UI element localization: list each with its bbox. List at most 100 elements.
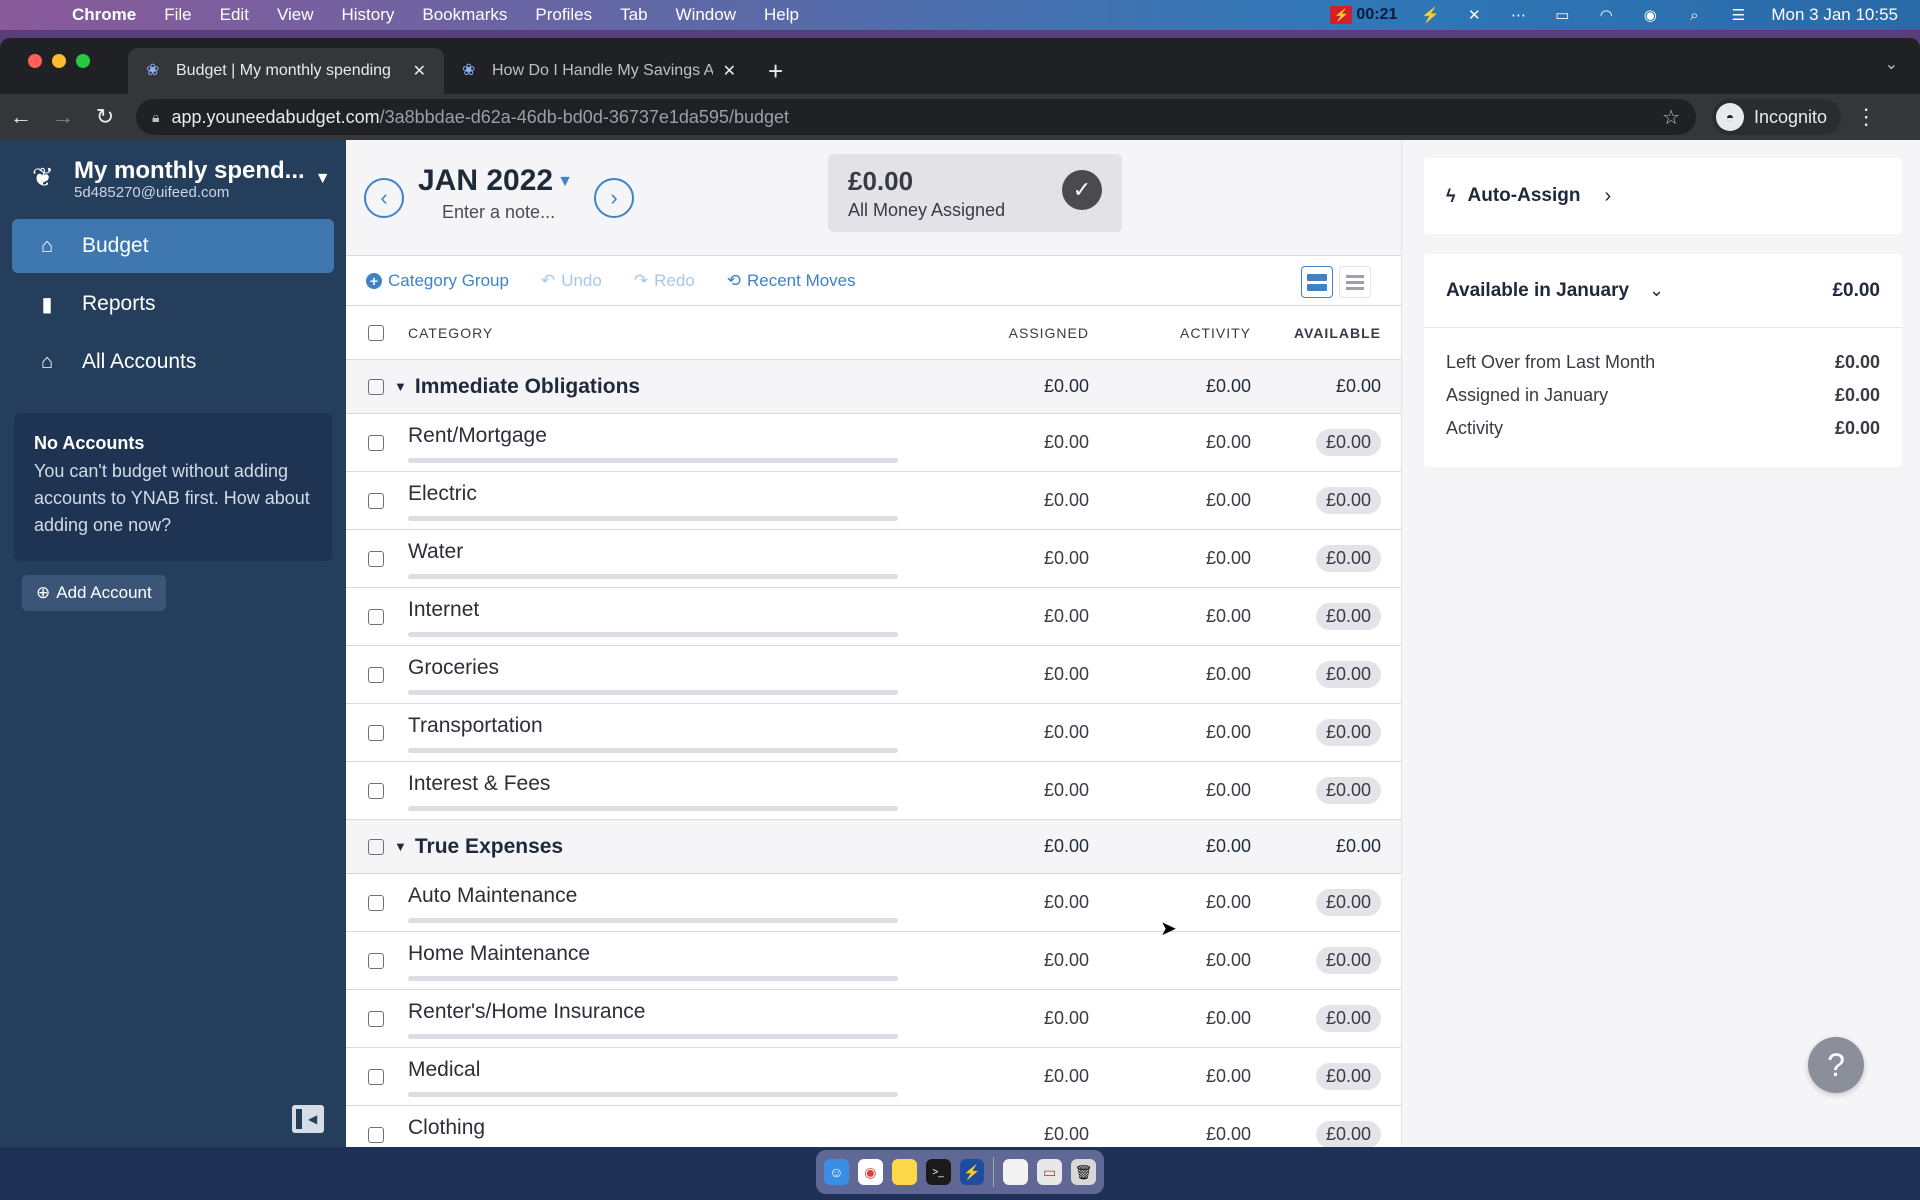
available-pill[interactable]: £0.00 [1315,661,1381,688]
category-row[interactable]: Rent/Mortgage £0.00 £0.00 £0.00 [346,414,1401,472]
group-name[interactable]: True Expenses [415,835,929,859]
category-checkbox[interactable] [368,492,384,509]
tab-savings-article[interactable]: ❀ How Do I Handle My Savings A ✕ [444,48,754,94]
new-tab-button[interactable]: + [768,48,783,94]
category-checkbox[interactable] [368,782,384,799]
assigned-input[interactable]: £0.00 [929,490,1089,511]
undo-button[interactable]: ↶ Undo [541,271,602,291]
collapse-triangle-icon[interactable]: ▼ [394,839,407,854]
activity-value[interactable]: £0.00 [1089,606,1251,627]
assigned-input[interactable]: £0.00 [929,664,1089,685]
assigned-input[interactable]: £0.00 [929,722,1089,743]
column-activity[interactable]: ACTIVITY [1089,325,1251,341]
category-name[interactable]: Clothing [408,1116,485,1140]
month-selector[interactable]: JAN 2022 ▼ [418,164,573,198]
category-name[interactable]: Rent/Mortgage [408,424,547,448]
activity-value[interactable]: £0.00 [1089,1066,1251,1087]
notes-icon[interactable] [891,1159,917,1185]
activity-value[interactable]: £0.00 [1089,664,1251,685]
available-pill[interactable]: £0.00 [1315,545,1381,572]
category-name[interactable]: Auto Maintenance [408,884,577,908]
month-note-input[interactable]: Enter a note... [442,202,555,223]
available-pill[interactable]: £0.00 [1315,1121,1381,1147]
screen-recorder-status[interactable]: ⚡ 00:21 [1330,6,1397,24]
menu-window[interactable]: Window [676,5,736,25]
category-checkbox[interactable] [368,1068,384,1085]
activity-value[interactable]: £0.00 [1089,1124,1251,1145]
category-checkbox[interactable] [368,894,384,911]
forward-button[interactable]: → [42,104,84,130]
category-checkbox[interactable] [368,724,384,741]
collapse-sidebar-button[interactable]: ◀ [292,1105,324,1133]
sidebar-item-all-accounts[interactable]: ⌂ All Accounts [12,335,334,389]
menu-bookmarks[interactable]: Bookmarks [422,5,507,25]
category-name[interactable]: Groceries [408,656,499,680]
category-name[interactable]: Transportation [408,714,543,738]
incognito-profile-button[interactable]: ◓ Incognito [1712,99,1842,135]
category-name[interactable]: Renter's/Home Insurance [408,1000,645,1024]
menu-view[interactable]: View [277,5,314,25]
category-row[interactable]: Electric £0.00 £0.00 £0.00 [346,472,1401,530]
category-checkbox[interactable] [368,666,384,683]
display-icon[interactable]: ⋯ [1507,5,1529,25]
category-row[interactable]: Interest & Fees £0.00 £0.00 £0.00 [346,762,1401,820]
reload-button[interactable]: ↻ [84,104,126,130]
control-center-icon[interactable]: ☰ [1727,5,1749,25]
redo-button[interactable]: ↷ Redo [634,271,695,291]
chrome-icon[interactable]: ◉ [857,1159,883,1185]
category-row[interactable]: Home Maintenance £0.00 £0.00 £0.00 [346,932,1401,990]
minimize-window-button[interactable] [52,54,66,68]
category-name[interactable]: Interest & Fees [408,772,550,796]
available-pill[interactable]: £0.00 [1315,603,1381,630]
add-category-group-button[interactable]: + Category Group [366,271,509,291]
menu-edit[interactable]: Edit [220,5,249,25]
expanded-view-button[interactable] [1301,266,1333,298]
caret-down-icon[interactable]: ▼ [315,170,331,188]
assigned-input[interactable]: £0.00 [929,1124,1089,1145]
assigned-input[interactable]: £0.00 [929,1066,1089,1087]
column-assigned[interactable]: ASSIGNED [929,325,1089,341]
menu-file[interactable]: File [164,5,191,25]
add-account-button[interactable]: ⊕ Add Account [22,575,166,611]
assigned-input[interactable]: £0.00 [929,950,1089,971]
available-pill[interactable]: £0.00 [1315,429,1381,456]
assigned-input[interactable]: £0.00 [929,432,1089,453]
budget-switcher[interactable]: ❦ My monthly spend... 5d485270@uifeed.co… [0,140,346,202]
window-preview-icon[interactable]: ▭ [1037,1159,1063,1185]
menu-app-name[interactable]: Chrome [72,5,136,25]
activity-value[interactable]: £0.00 [1089,432,1251,453]
select-all-checkbox[interactable] [368,324,384,341]
available-pill[interactable]: £0.00 [1315,1005,1381,1032]
clock[interactable]: Mon 3 Jan 10:55 [1771,5,1898,25]
column-available[interactable]: AVAILABLE [1251,325,1401,341]
category-name[interactable]: Home Maintenance [408,942,590,966]
document-icon[interactable] [1003,1159,1029,1185]
sidebar-item-reports[interactable]: ▮ Reports [12,277,334,331]
menu-help[interactable]: Help [764,5,799,25]
column-category[interactable]: CATEGORY [408,325,929,341]
group-name[interactable]: Immediate Obligations [415,375,929,399]
spotlight-search-icon[interactable]: ⌕ [1683,5,1705,25]
recent-moves-button[interactable]: ⟲ Recent Moves [727,271,856,291]
available-pill[interactable]: £0.00 [1315,889,1381,916]
previous-month-button[interactable]: ‹ [364,178,404,218]
category-row[interactable]: Internet £0.00 £0.00 £0.00 [346,588,1401,646]
user-icon[interactable]: ◉ [1639,5,1661,25]
sidebar-item-budget[interactable]: ⌂ Budget [12,219,334,273]
finder-icon[interactable]: ☺ [824,1159,849,1185]
close-tab-icon[interactable]: ✕ [723,61,736,81]
assigned-input[interactable]: £0.00 [929,1008,1089,1029]
activity-value[interactable]: £0.00 [1089,950,1251,971]
available-pill[interactable]: £0.00 [1315,777,1381,804]
help-button[interactable]: ? [1808,1037,1864,1093]
auto-assign-button[interactable]: ϟ Auto-Assign › [1424,158,1902,234]
category-row[interactable]: Renter's/Home Insurance £0.00 £0.00 £0.00 [346,990,1401,1048]
activity-value[interactable]: £0.00 [1089,892,1251,913]
category-row[interactable]: Water £0.00 £0.00 £0.00 [346,530,1401,588]
category-name[interactable]: Electric [408,482,477,506]
close-tab-icon[interactable]: ✕ [413,61,426,81]
menu-history[interactable]: History [341,5,394,25]
tab-budget[interactable]: ❀ Budget | My monthly spending ✕ [128,48,444,94]
group-checkbox[interactable] [368,838,384,855]
activity-value[interactable]: £0.00 [1089,722,1251,743]
